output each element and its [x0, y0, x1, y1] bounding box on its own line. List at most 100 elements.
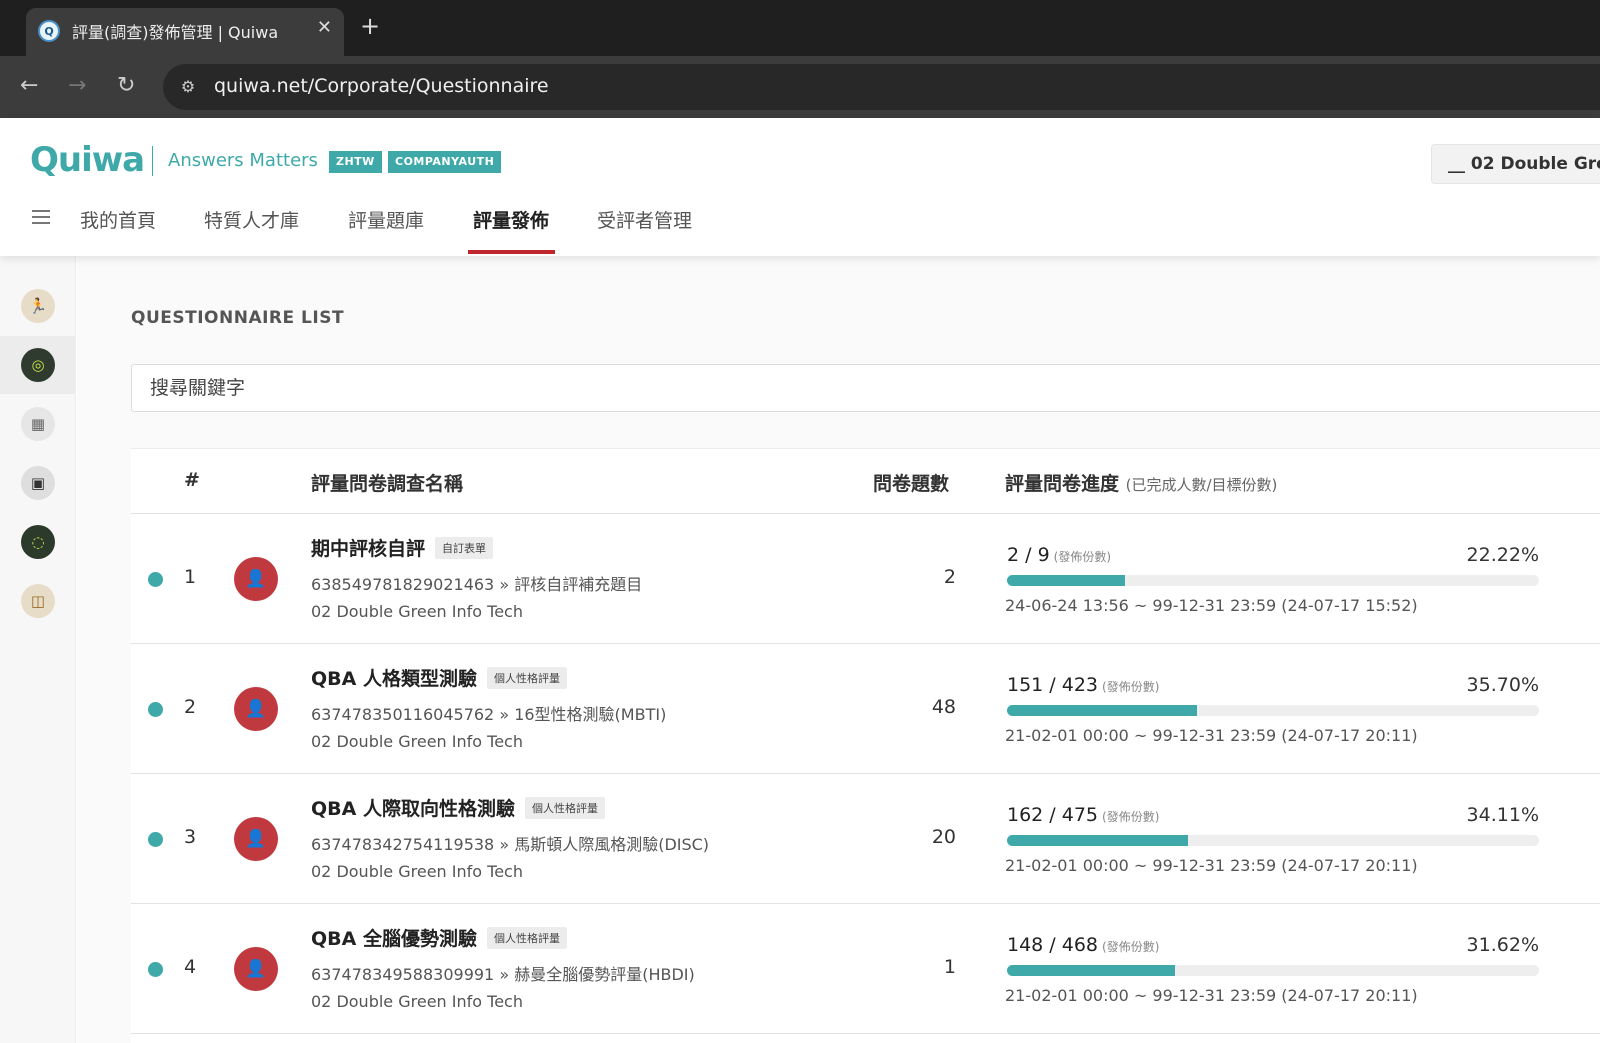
- column-header-progress: 評量問卷進度 (已完成人數/目標份數): [1005, 469, 1277, 496]
- url-text[interactable]: quiwa.net/Corporate/Questionnaire: [214, 75, 549, 97]
- progress-dates: 21-02-01 00:00 ~ 99-12-31 23:59 (24-07-1…: [1005, 986, 1418, 1005]
- progress-count: 162 / 475 (發佈份數): [1007, 804, 1159, 826]
- hamburger-menu-icon[interactable]: [32, 210, 50, 224]
- app-header: Quiwa Answers Matters ZHTW COMPANYAUTH _…: [0, 118, 1600, 256]
- main-content: QUESTIONNAIRE LIST # 評量問卷調查名稱 問卷題數 評量問卷進…: [77, 256, 1600, 1043]
- quiwa-logo[interactable]: Quiwa: [30, 140, 145, 180]
- tab-close-icon[interactable]: ✕: [317, 17, 332, 38]
- progress-count-value: 2 / 9: [1007, 544, 1050, 566]
- progress-bar-fill: [1007, 965, 1176, 976]
- section-title: QUESTIONNAIRE LIST: [131, 308, 345, 328]
- column-header-index: #: [184, 469, 200, 491]
- nav-assessment-publish[interactable]: 評量發佈: [473, 206, 549, 233]
- tagline: Answers Matters: [168, 150, 318, 171]
- user-lock-icon[interactable]: 👤: [234, 947, 278, 991]
- questionnaire-company: 02 Double Green Info Tech: [311, 862, 523, 881]
- row-index: 4: [184, 956, 197, 978]
- question-count: 20: [931, 826, 956, 848]
- address-bar[interactable]: ⚙ quiwa.net/Corporate/Questionnaire: [163, 64, 1600, 110]
- nav-question-bank[interactable]: 評量題庫: [348, 206, 424, 233]
- questionnaire-title: QBA 全腦優勢測驗: [311, 928, 477, 950]
- sidebar-item-grid[interactable]: ▦: [0, 395, 76, 453]
- grid-icon: ▦: [21, 407, 55, 441]
- questionnaire-id: 637478349588309991 » 赫曼全腦優勢評量(HBDI): [311, 965, 695, 984]
- questionnaire-name[interactable]: 期中評核自評 自訂表單: [311, 534, 494, 561]
- progress-dates: 24-06-24 13:56 ~ 99-12-31 23:59 (24-07-1…: [1005, 596, 1418, 615]
- questionnaire-name[interactable]: QBA 全腦優勢測驗 個人性格評量: [311, 924, 567, 951]
- progress-bar-fill: [1007, 835, 1189, 846]
- nav-home[interactable]: 我的首頁: [80, 206, 156, 233]
- progress-count-value: 162 / 475: [1007, 804, 1099, 826]
- user-lock-icon[interactable]: 👤: [234, 687, 278, 731]
- reload-icon[interactable]: ↻: [117, 73, 135, 99]
- browser-toolbar: ← → ↻ ⚙ quiwa.net/Corporate/Questionnair…: [0, 56, 1600, 118]
- questionnaire-tag: 自訂表單: [435, 536, 494, 559]
- questionnaire-title: 期中評核自評: [311, 538, 426, 560]
- new-tab-button[interactable]: +: [360, 13, 380, 39]
- question-count: 1: [943, 956, 956, 978]
- status-dot: [148, 832, 163, 847]
- nav-examinee-management[interactable]: 受評者管理: [597, 206, 692, 233]
- status-dot: [148, 702, 163, 717]
- auth-badge: COMPANYAUTH: [388, 151, 502, 173]
- progress-note: (發佈份數): [1102, 810, 1160, 824]
- questionnaire-id: 637478350116045762 » 16型性格測驗(MBTI): [311, 705, 667, 724]
- table-header: # 評量問卷調查名稱 問卷題數 評量問卷進度 (已完成人數/目標份數): [131, 448, 1600, 514]
- status-dot: [148, 572, 163, 587]
- sidebar-item-chat[interactable]: ◌: [0, 513, 76, 571]
- column-header-name[interactable]: 評量問卷調查名稱: [311, 469, 463, 496]
- active-tab-underline: [468, 250, 555, 254]
- progress-note: (發佈份數): [1102, 680, 1160, 694]
- table-row[interactable]: 3 👤 QBA 人際取向性格測驗 個人性格評量 63747834275411953…: [131, 774, 1600, 904]
- site-settings-icon[interactable]: ⚙: [177, 75, 199, 97]
- progress-count: 151 / 423 (發佈份數): [1007, 674, 1159, 696]
- progress-dates: 21-02-01 00:00 ~ 99-12-31 23:59 (24-07-1…: [1005, 856, 1418, 875]
- questionnaire-tag: 個人性格評量: [524, 796, 605, 819]
- coins-icon: ◎: [21, 348, 55, 382]
- quiwa-favicon-icon: Q: [38, 20, 60, 42]
- questionnaire-company: 02 Double Green Info Tech: [311, 602, 523, 621]
- sidebar: 🏃 ◎ ▦ ▣ ◌ ◫: [0, 256, 76, 1043]
- user-lock-icon[interactable]: 👤: [234, 557, 278, 601]
- table-row[interactable]: 2 👤 QBA 人格類型測驗 個人性格評量 637478350116045762 …: [131, 644, 1600, 774]
- questionnaire-company: 02 Double Green Info Tech: [311, 992, 523, 1011]
- questionnaire-id: 637478342754119538 » 馬斯頓人際風格測驗(DISC): [311, 835, 710, 854]
- column-header-count[interactable]: 問卷題數: [873, 469, 949, 496]
- row-index: 3: [184, 826, 197, 848]
- questionnaire-name[interactable]: QBA 人格類型測驗 個人性格評量: [311, 664, 567, 691]
- questionnaire-name[interactable]: QBA 人際取向性格測驗 個人性格評量: [311, 794, 605, 821]
- nav-talent-pool[interactable]: 特質人才庫: [204, 206, 299, 233]
- language-badge: ZHTW: [329, 151, 382, 173]
- search-input[interactable]: [131, 364, 1600, 412]
- back-icon[interactable]: ←: [20, 73, 38, 99]
- progress-bar: [1007, 965, 1539, 976]
- robot-icon: ▣: [21, 466, 55, 500]
- table-row[interactable]: 4 👤 QBA 全腦優勢測驗 個人性格評量 637478349588309991 …: [131, 904, 1600, 1034]
- layout-icon: ◫: [21, 584, 55, 618]
- sidebar-item-coins[interactable]: ◎: [0, 336, 76, 394]
- questionnaire-tag: 個人性格評量: [486, 666, 567, 689]
- progress-dates: 21-02-01 00:00 ~ 99-12-31 23:59 (24-07-1…: [1005, 726, 1418, 745]
- progress-bar-fill: [1007, 705, 1197, 716]
- progress-count-value: 151 / 423: [1007, 674, 1099, 696]
- progress-percent: 34.11%: [1466, 804, 1539, 826]
- progress-percent: 31.62%: [1466, 934, 1539, 956]
- progress-bar: [1007, 575, 1539, 586]
- sidebar-item-layout[interactable]: ◫: [0, 572, 76, 630]
- tab-title: 評量(調查)發佈管理 | Quiwa: [72, 23, 279, 42]
- browser-tab[interactable]: Q 評量(調查)發佈管理 | Quiwa ✕: [26, 8, 344, 56]
- sidebar-item-robot[interactable]: ▣: [0, 454, 76, 512]
- questionnaire-id: 638549781829021463 » 評核自評補充題目: [311, 575, 643, 594]
- table-row[interactable]: 1 👤 期中評核自評 自訂表單 638549781829021463 » 評核自評…: [131, 514, 1600, 644]
- questionnaire-tag: 個人性格評量: [486, 926, 567, 949]
- progress-bar: [1007, 705, 1539, 716]
- chat-icon: ◌: [21, 525, 55, 559]
- runner-icon: 🏃: [21, 289, 55, 323]
- sidebar-item-runner[interactable]: 🏃: [0, 277, 76, 335]
- forward-icon[interactable]: →: [68, 73, 86, 99]
- user-lock-icon[interactable]: 👤: [234, 817, 278, 861]
- progress-count: 2 / 9 (發佈份數): [1007, 544, 1111, 566]
- questionnaire-table: # 評量問卷調查名稱 問卷題數 評量問卷進度 (已完成人數/目標份數) 1 👤 …: [131, 448, 1600, 1043]
- company-selector-button[interactable]: __ 02 Double Green Info Tech: [1431, 144, 1600, 184]
- browser-tab-bar: Q 評量(調查)發佈管理 | Quiwa ✕ +: [0, 0, 1600, 56]
